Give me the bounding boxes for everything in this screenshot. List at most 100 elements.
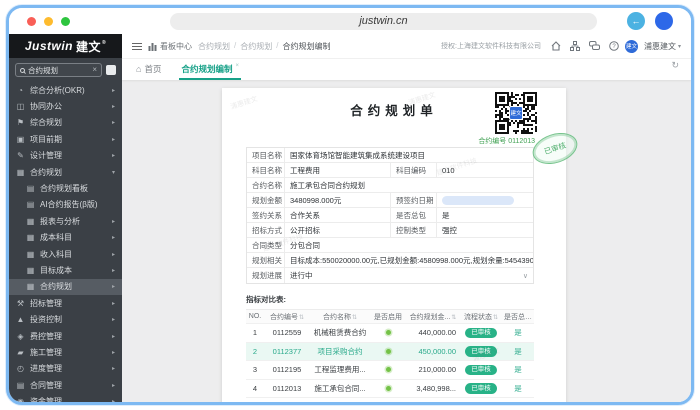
hamburger-menu-icon[interactable] xyxy=(132,42,142,50)
sidebar-item-资金管理[interactable]: ◉ 资金管理 ▸ xyxy=(9,393,122,402)
table-row[interactable]: 2 0112377 项目采购合约 450,000.00 已审核 是 xyxy=(246,342,534,361)
sidebar-collapse-button[interactable] xyxy=(106,65,116,75)
sidebar-item-招标管理[interactable]: ⚒ 招标管理 ▸ xyxy=(9,295,122,311)
sidebar-item-综合分析(OKR)[interactable]: ◔ 综合分析(OKR) ▸ xyxy=(9,82,122,98)
sidebar-item-收入科目[interactable]: ▦ 收入科目 ▸ xyxy=(9,246,122,262)
flag-icon: ⚑ xyxy=(16,118,25,128)
url-bar[interactable]: justwin.cn xyxy=(170,12,597,30)
bar-chart-icon xyxy=(148,42,157,51)
cost-icon: ◈ xyxy=(17,331,24,341)
sidebar-item-合同管理[interactable]: ▤ 合同管理 ▸ xyxy=(9,377,122,393)
sidebar-item-投资控制[interactable]: ▲ 投资控制 ▸ xyxy=(9,311,122,327)
sidebar-item-项目前期[interactable]: ▣ 项目前期 ▸ xyxy=(9,131,122,147)
refresh-icon[interactable]: ↻ xyxy=(671,60,679,79)
minimize-window-button[interactable] xyxy=(44,16,53,26)
column-header-合约规划金...[interactable]: 合约规划金...⇅ xyxy=(406,312,460,322)
sidebar: Justwin 建文 ® 合约规划 × ◔ 综合分析(OKR) ▸ ◫ 协同办公 ▸ ⚑ 综合… xyxy=(9,34,122,402)
column-header-是否总包[interactable]: 是否总包⇅ xyxy=(502,312,534,322)
sidebar-item-设计管理[interactable]: ✎ 设计管理 ▸ xyxy=(9,148,122,164)
screenshot-root: justwin.cn ← Justwin 建文 ® 合约规划 × ◔ 综合分析(… xyxy=(0,0,700,410)
column-header-是否启用: 是否启用 xyxy=(374,313,402,321)
main-area: 看板中心 合约规划 / 合约规划 / 合约规划编制 授权:上海建文软件科技有限公司 ? … xyxy=(122,34,691,402)
contract-code: 0112377 xyxy=(272,346,302,356)
sidebar-item-报表与分析[interactable]: ▦ 报表与分析 ▸ xyxy=(9,213,122,229)
sitemap-icon[interactable] xyxy=(569,41,580,51)
field-value: 工程费用 xyxy=(285,163,391,177)
folder-icon: ▦ xyxy=(26,265,35,275)
sort-icon[interactable]: ⇅ xyxy=(299,315,304,321)
field-label: 规划相关 xyxy=(247,253,285,267)
field-label: 预签约日期 xyxy=(391,193,437,207)
field-value[interactable]: 进行中 ∨ xyxy=(285,268,533,283)
compare-table: NO.合约编号⇅合约名称⇅ 是否启用合约规划金...⇅流程状态⇅是否总包⇅ 1 011… xyxy=(246,309,534,398)
row-number: 3 xyxy=(252,365,258,375)
chevron-icon: ▸ xyxy=(111,300,115,307)
row-number: 2 xyxy=(252,346,258,356)
sort-icon[interactable]: ⇅ xyxy=(533,315,534,321)
sidebar-item-施工管理[interactable]: ▰ 施工管理 ▸ xyxy=(9,344,122,360)
sidebar-item-label: 投资控制 xyxy=(30,315,62,325)
sort-icon[interactable]: ⇅ xyxy=(493,315,498,321)
logo-en: Justwin xyxy=(24,39,73,53)
breadcrumb-item[interactable]: 合约规划 xyxy=(240,41,272,52)
sidebar-item-label: 合约规划看板 xyxy=(40,184,88,194)
form-row-项目名称: 项目名称 国家体育场馆智能建筑集成系统建设项目 xyxy=(247,148,533,163)
field-value: 是 xyxy=(442,210,450,220)
table-row[interactable]: 1 0112559 机械租赁费合约 440,000.00 已审核 是 xyxy=(246,324,534,343)
user-avatar[interactable]: 建文 xyxy=(624,39,638,53)
chevron-icon: ▸ xyxy=(111,104,115,111)
sidebar-search-input[interactable]: 合约规划 × xyxy=(15,63,102,77)
contract-name: 机械租赁费合约 xyxy=(313,328,367,338)
sidebar-item-进度管理[interactable]: ◴ 进度管理 ▸ xyxy=(9,361,122,377)
user-menu[interactable]: 浦惠建文 ▾ xyxy=(644,41,681,52)
contract-name: 施工承包合同... xyxy=(314,383,366,393)
breadcrumb-separator: / xyxy=(234,40,237,50)
help-icon[interactable]: ? xyxy=(609,41,619,51)
sidebar-item-费控管理[interactable]: ◈ 费控管理 ▸ xyxy=(9,328,122,344)
column-header-流程状态[interactable]: 流程状态⇅ xyxy=(460,312,502,322)
close-window-button[interactable] xyxy=(27,16,36,26)
sidebar-item-目标成本[interactable]: ▦ 目标成本 ▸ xyxy=(9,262,122,278)
field-label: 招标方式 xyxy=(247,223,285,237)
tab-home[interactable]: ⌂ 首页 xyxy=(134,59,163,80)
date-input[interactable] xyxy=(442,195,514,205)
sidebar-item-成本科目[interactable]: ▦ 成本科目 ▸ xyxy=(9,230,122,246)
sidebar-item-AI合约报告(β版)[interactable]: ▤ AI合约报告(β版) xyxy=(9,197,122,213)
tab-contract-planning[interactable]: 合约规划编制 × xyxy=(179,59,241,80)
clear-search-icon[interactable]: × xyxy=(92,66,97,74)
floating-buttons: ← xyxy=(627,12,673,30)
table-row[interactable]: 3 0112195 工程监理费用... 210,000.00 已审核 是 xyxy=(246,361,534,380)
table-row[interactable]: 4 0112013 施工承包合同... 3,480,998... 已审核 是 xyxy=(246,380,534,398)
board-center-link[interactable]: 看板中心 xyxy=(148,41,192,52)
breadcrumb-item[interactable]: 合约规划编制 xyxy=(282,41,330,52)
sidebar-item-协同办公[interactable]: ◫ 协同办公 ▸ xyxy=(9,98,122,114)
sort-icon[interactable]: ⇅ xyxy=(352,315,357,321)
home-tab-icon: ⌂ xyxy=(136,64,142,74)
home-icon[interactable] xyxy=(551,41,561,51)
zoom-window-button[interactable] xyxy=(61,16,70,26)
back-float-button[interactable]: ← xyxy=(627,12,645,30)
chevron-icon: ▸ xyxy=(112,398,115,402)
doc-icon: ▤ xyxy=(26,184,35,194)
field-value[interactable] xyxy=(437,193,533,207)
breadcrumb-item[interactable]: 合约规划 xyxy=(198,41,230,52)
assistant-float-button[interactable] xyxy=(655,12,673,30)
sidebar-item-label: 成本科目 xyxy=(40,233,72,243)
serial-number: 0112013 xyxy=(508,138,535,145)
contract-name: 工程监理费用... xyxy=(314,365,366,375)
column-header-合约名称[interactable]: 合约名称⇅ xyxy=(310,312,370,322)
sidebar-item-合约规划看板[interactable]: ▤ 合约规划看板 xyxy=(9,180,122,196)
form-row-合同类型: 合同类型 分包合同 xyxy=(247,238,533,253)
browser-window: justwin.cn ← Justwin 建文 ® 合约规划 × ◔ 综合分析(… xyxy=(6,5,694,405)
sidebar-menu: ◔ 综合分析(OKR) ▸ ◫ 协同办公 ▸ ⚑ 综合规划 ▸ ▣ 项目前期 ▸ ✎ 设计管理 ▸ ▦ 合约规划… xyxy=(9,81,122,402)
chat-icon[interactable] xyxy=(588,41,600,51)
form-row-科目名称: 科目名称 工程费用 科目编码 010 xyxy=(247,163,533,178)
sidebar-item-合约规划[interactable]: ▦ 合约规划 ▸ xyxy=(9,278,122,296)
sort-icon[interactable]: ⇅ xyxy=(451,315,456,321)
close-tab-icon[interactable]: × xyxy=(235,63,239,69)
chevron-icon: ▸ xyxy=(111,235,115,242)
sidebar-item-合约规划[interactable]: ▦ 合约规划 ▾ xyxy=(9,164,122,180)
sidebar-item-综合规划[interactable]: ⚑ 综合规划 ▸ xyxy=(9,115,122,131)
form-row-规划相关: 规划相关 目标成本:550020000.00元,已规划金额:4580998.000… xyxy=(247,253,533,268)
column-header-合约编号[interactable]: 合约编号⇅ xyxy=(264,312,310,322)
